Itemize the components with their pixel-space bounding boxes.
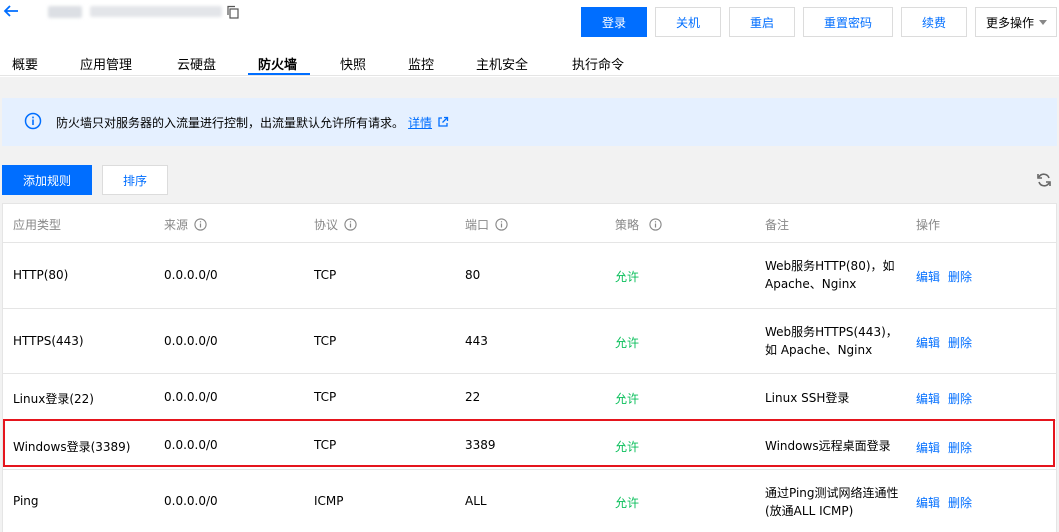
header-actions: 操作	[916, 218, 941, 232]
cell-app-type: HTTPS(443)	[13, 334, 84, 348]
notice-message: 防火墙只对服务器的入流量进行控制，出流量默认允许所有请求。	[56, 116, 405, 130]
table-row: Linux登录(22) 0.0.0.0/0 TCP 22 允许 Linux SS…	[3, 374, 1056, 421]
tab-run-command[interactable]: 执行命令	[572, 54, 624, 73]
cell-policy: 允许	[615, 496, 640, 510]
copy-icon[interactable]	[226, 5, 240, 19]
delete-link[interactable]: 删除	[948, 268, 972, 285]
login-button[interactable]: 登录	[581, 7, 647, 37]
table-header: 应用类型 来源 协议 端口 策略 备注 操作	[3, 204, 1056, 243]
cell-protocol: ICMP	[314, 494, 344, 508]
back-arrow-icon[interactable]	[2, 2, 20, 20]
notice-text-wrap: 防火墙只对服务器的入流量进行控制，出流量默认允许所有请求。 详情	[56, 114, 449, 131]
tab-app-management[interactable]: 应用管理	[80, 54, 132, 73]
restart-button[interactable]: 重启	[729, 7, 795, 37]
table-row: Windows登录(3389) 0.0.0.0/0 TCP 3389 允许 Wi…	[3, 421, 1056, 470]
info-icon[interactable]	[649, 218, 662, 231]
shutdown-button[interactable]: 关机	[655, 7, 721, 37]
top-bar: 登录 关机 重启 重置密码 续费 更多操作	[0, 0, 1059, 44]
tab-bar: 概要 应用管理 云硬盘 防火墙 快照 监控 主机安全 执行命令	[0, 44, 1059, 76]
tab-cloud-disk[interactable]: 云硬盘	[177, 54, 216, 73]
edit-link[interactable]: 编辑	[916, 334, 940, 351]
header-port: 端口	[465, 216, 508, 233]
more-actions-label: 更多操作	[986, 15, 1035, 30]
delete-link[interactable]: 删除	[948, 439, 972, 456]
external-link-icon[interactable]	[437, 116, 449, 128]
delete-link[interactable]: 删除	[948, 334, 972, 351]
cell-port: 22	[465, 390, 481, 404]
tab-host-security[interactable]: 主机安全	[476, 54, 528, 73]
cell-note: Windows远程桌面登录	[765, 439, 891, 453]
cell-port: 3389	[465, 438, 496, 452]
info-notice: 防火墙只对服务器的入流量进行控制，出流量默认允许所有请求。 详情	[2, 98, 1057, 146]
tab-overview[interactable]: 概要	[12, 54, 38, 73]
cell-port: ALL	[465, 494, 487, 508]
cell-note: Web服务HTTPS(443)，如 Apache、Nginx	[765, 325, 898, 357]
cell-protocol: TCP	[314, 438, 337, 452]
refresh-icon[interactable]	[1035, 171, 1053, 189]
table-row: Ping 0.0.0.0/0 ICMP ALL 允许 通过Ping测试网络连通性…	[3, 470, 1056, 532]
header-app-type: 应用类型	[13, 218, 62, 232]
info-icon	[24, 112, 42, 130]
renew-button[interactable]: 续费	[901, 7, 967, 37]
tab-monitoring[interactable]: 监控	[408, 54, 434, 73]
edit-link[interactable]: 编辑	[916, 494, 940, 511]
info-icon[interactable]	[344, 218, 357, 231]
cell-protocol: TCP	[314, 268, 337, 282]
cell-protocol: TCP	[314, 390, 337, 404]
cell-source: 0.0.0.0/0	[164, 390, 218, 404]
instance-ip	[90, 6, 222, 17]
edit-link[interactable]: 编辑	[916, 390, 940, 407]
cell-source: 0.0.0.0/0	[164, 494, 218, 508]
sort-button[interactable]: 排序	[102, 165, 168, 195]
cell-note: Linux SSH登录	[765, 391, 850, 405]
add-rule-button[interactable]: 添加规则	[2, 165, 92, 195]
cell-port: 80	[465, 268, 481, 282]
details-link[interactable]: 详情	[408, 116, 432, 130]
table-row: HTTP(80) 0.0.0.0/0 TCP 80 允许 Web服务HTTP(8…	[3, 243, 1056, 309]
reset-password-button[interactable]: 重置密码	[803, 7, 893, 37]
table-row: HTTPS(443) 0.0.0.0/0 TCP 443 允许 Web服务HTT…	[3, 309, 1056, 374]
info-icon[interactable]	[495, 218, 508, 231]
cell-app-type: HTTP(80)	[13, 268, 69, 282]
delete-link[interactable]: 删除	[948, 390, 972, 407]
edit-link[interactable]: 编辑	[916, 268, 940, 285]
cell-app-type: Ping	[13, 494, 39, 508]
cell-note: Web服务HTTP(80)，如Apache、Nginx	[765, 259, 895, 291]
cell-policy: 允许	[615, 270, 640, 284]
instance-name	[48, 6, 82, 18]
more-actions-dropdown[interactable]: 更多操作	[975, 7, 1057, 37]
cell-source: 0.0.0.0/0	[164, 438, 218, 452]
cell-policy: 允许	[615, 440, 640, 454]
tab-firewall[interactable]: 防火墙	[258, 54, 297, 73]
cell-protocol: TCP	[314, 334, 337, 348]
firewall-rules-table: 应用类型 来源 协议 端口 策略 备注 操作 HTTP(80) 0.0.0.0/…	[2, 203, 1057, 532]
cell-app-type: Linux登录(22)	[13, 392, 94, 406]
header-note: 备注	[765, 218, 790, 232]
cell-policy: 允许	[615, 336, 640, 350]
active-tab-indicator	[248, 73, 310, 75]
info-icon[interactable]	[194, 218, 207, 231]
header-policy: 策略	[615, 216, 662, 233]
cell-app-type: Windows登录(3389)	[13, 440, 131, 454]
header-protocol: 协议	[314, 216, 357, 233]
edit-link[interactable]: 编辑	[916, 439, 940, 456]
cell-note: 通过Ping测试网络连通性(放通ALL ICMP)	[765, 486, 899, 518]
cell-policy: 允许	[615, 392, 640, 406]
cell-source: 0.0.0.0/0	[164, 334, 218, 348]
delete-link[interactable]: 删除	[948, 494, 972, 511]
header-source: 来源	[164, 216, 207, 233]
cell-port: 443	[465, 334, 488, 348]
cell-source: 0.0.0.0/0	[164, 268, 218, 282]
tab-snapshot[interactable]: 快照	[340, 54, 366, 73]
caret-down-icon	[1039, 20, 1047, 25]
